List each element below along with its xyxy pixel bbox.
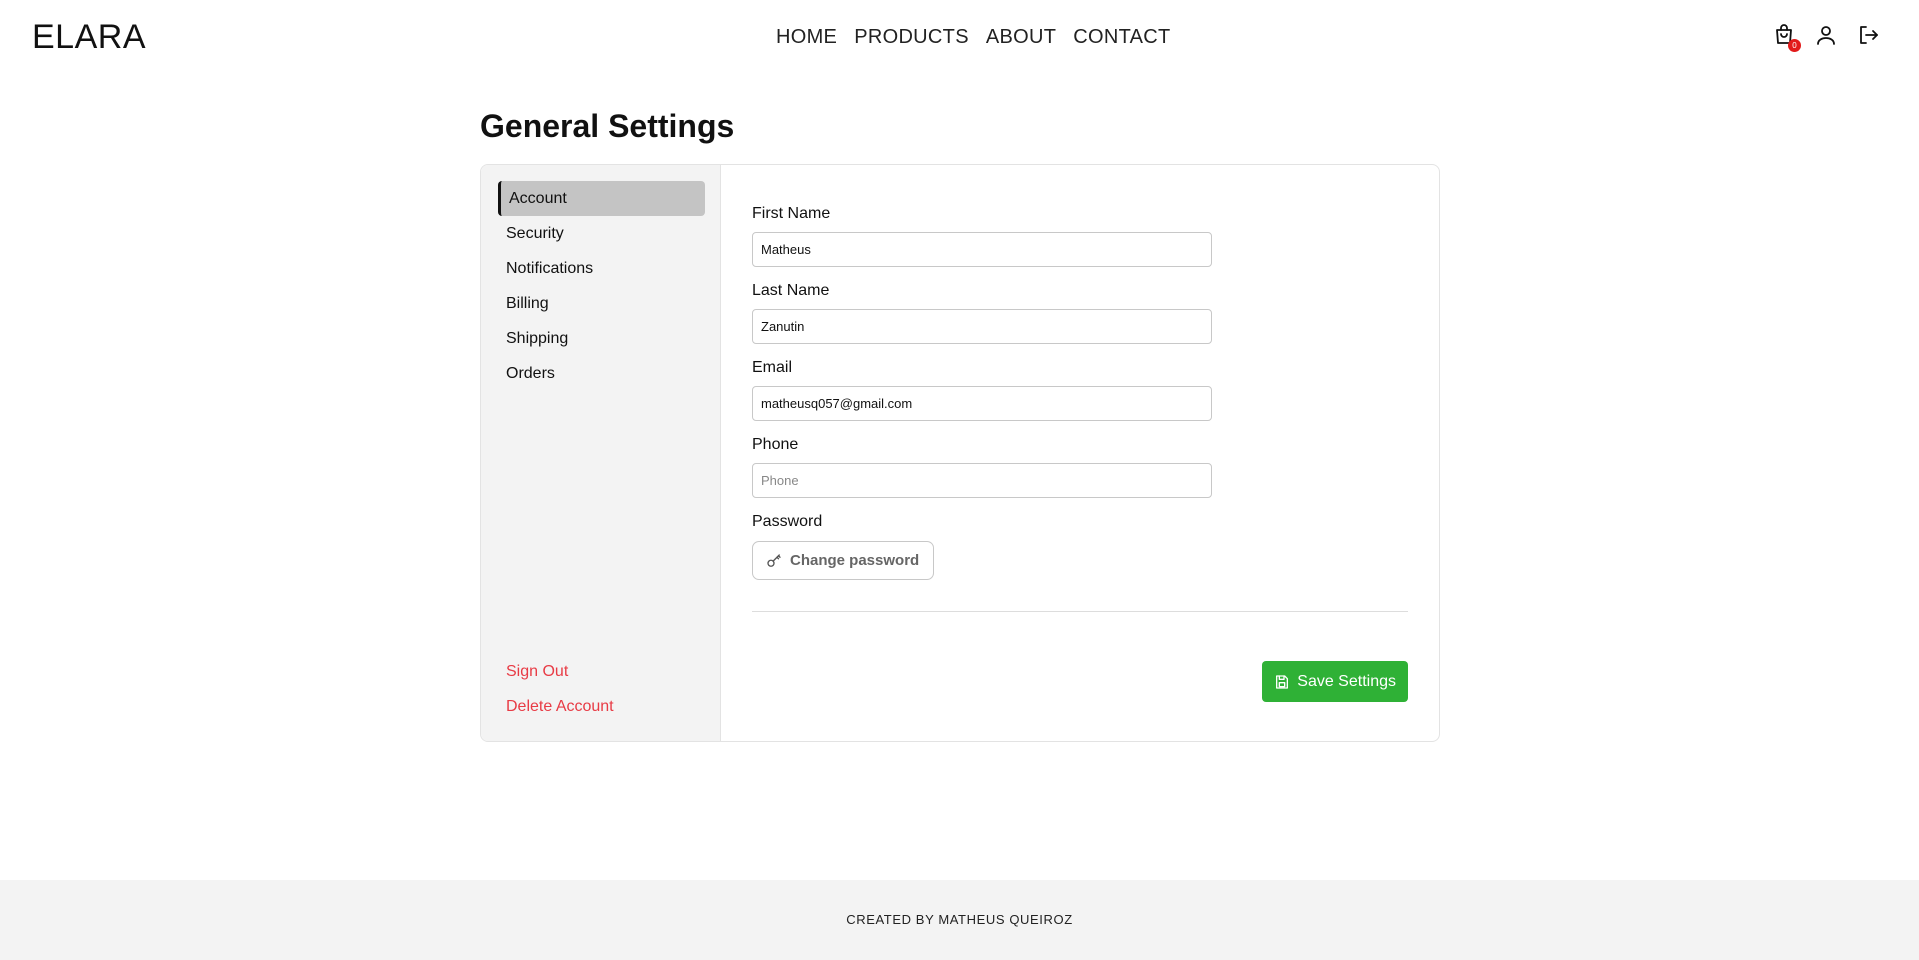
change-password-label: Change password — [790, 552, 920, 569]
save-settings-label: Save Settings — [1297, 672, 1396, 690]
sign-out-link[interactable]: Sign Out — [506, 663, 568, 681]
footer-credit: CREATED BY MATHEUS QUEIROZ — [846, 912, 1073, 927]
phone-label: Phone — [752, 436, 799, 453]
password-label: Password — [752, 513, 823, 530]
save-settings-button[interactable]: Save Settings — [1262, 661, 1408, 702]
logout-button[interactable] — [1855, 22, 1881, 48]
nav-home[interactable]: HOME — [776, 26, 837, 49]
nav-products[interactable]: PRODUCTS — [854, 26, 969, 49]
nav-contact[interactable]: CONTACT — [1073, 26, 1170, 49]
change-password-button[interactable]: Change password — [752, 541, 935, 580]
email-label: Email — [752, 359, 793, 376]
last-name-label: Last Name — [752, 282, 830, 299]
save-icon — [1276, 674, 1289, 689]
header-actions: 0 — [1771, 22, 1881, 52]
cart-button[interactable]: 0 — [1771, 22, 1801, 52]
settings-sidebar: Account Security Notifications Billing S… — [481, 165, 721, 741]
sidebar-item-orders[interactable]: Orders — [498, 356, 705, 391]
delete-account-link[interactable]: Delete Account — [506, 698, 614, 716]
first-name-label: First Name — [752, 205, 831, 222]
page-footer: CREATED BY MATHEUS QUEIROZ — [0, 880, 1919, 960]
sidebar-item-shipping[interactable]: Shipping — [498, 321, 705, 356]
settings-card: Account Security Notifications Billing S… — [480, 164, 1440, 742]
sidebar-item-account[interactable]: Account — [498, 181, 705, 216]
account-button[interactable] — [1813, 22, 1839, 48]
sidebar-item-security[interactable]: Security — [498, 216, 705, 251]
main-nav: HOME PRODUCTS ABOUT CONTACT — [776, 26, 1171, 49]
logout-icon — [1860, 26, 1878, 44]
nav-about[interactable]: ABOUT — [986, 26, 1056, 49]
key-icon — [767, 553, 781, 567]
brand-logo[interactable]: ELARA — [32, 18, 146, 57]
sidebar-item-notifications[interactable]: Notifications — [498, 251, 705, 286]
sidebar-item-billing[interactable]: Billing — [498, 286, 705, 321]
cart-count-badge: 0 — [1788, 39, 1801, 52]
settings-form: First Name Last Name Email Phone Passwor… — [721, 165, 1439, 741]
page-title: General Settings — [480, 108, 735, 144]
top-header: ELARA HOME PRODUCTS ABOUT CONTACT 0 — [0, 0, 1919, 76]
form-divider — [752, 611, 1408, 612]
phone-input[interactable] — [752, 463, 1212, 498]
email-input[interactable] — [752, 386, 1212, 421]
user-icon — [1817, 26, 1835, 45]
last-name-input[interactable] — [752, 309, 1212, 344]
first-name-input[interactable] — [752, 232, 1212, 267]
